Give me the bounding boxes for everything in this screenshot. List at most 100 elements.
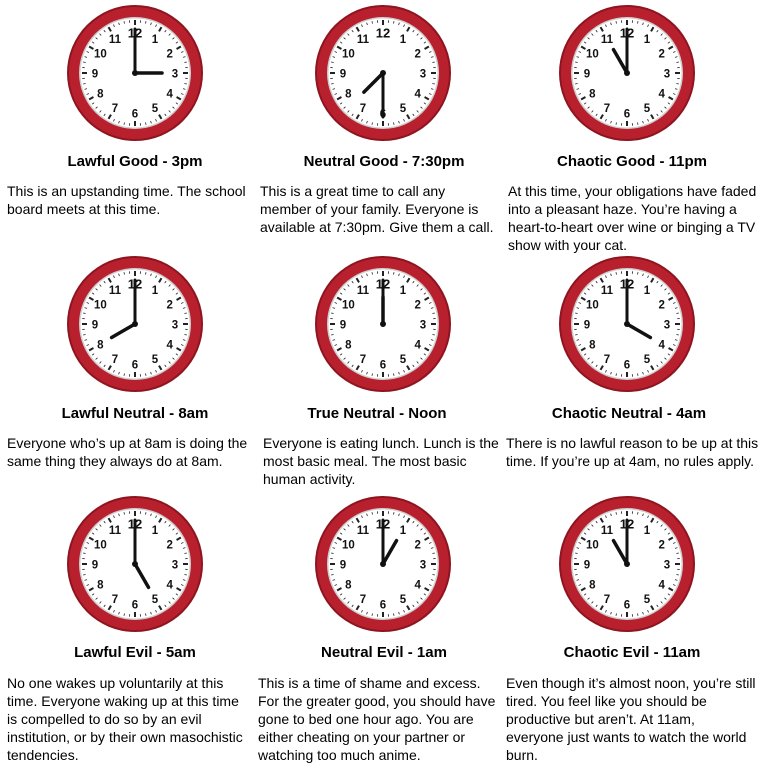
clock-number: 11 [357,525,370,537]
clock-number: 5 [152,103,159,115]
clock-number: 11 [601,34,614,46]
clock-number: 10 [586,540,599,552]
minute-tick [637,21,639,24]
clock-svg: 121234567891011 [559,256,695,392]
clock-number: 9 [584,320,590,332]
minute-tick [331,61,334,63]
clock-svg: 121234567891011 [315,256,451,392]
clock-center-pin [132,561,138,567]
clock-number: 3 [172,560,178,572]
clock-number: 6 [624,600,630,612]
minute-tick [123,272,125,275]
clock-center-pin [380,561,386,567]
clock-number: 7 [360,354,366,366]
clock-number: 1 [400,525,407,537]
clock-number: 4 [658,89,665,101]
clock-number: 9 [92,69,98,81]
clock-number: 5 [152,594,159,606]
minute-tick [83,312,86,314]
minute-tick [676,552,679,554]
clock-number: 7 [112,103,118,115]
minute-tick [575,552,578,554]
minute-tick [432,552,435,554]
cell-description: This is a time of shame and excess. For … [258,675,496,763]
minute-tick [145,512,147,515]
clock-number: 8 [97,89,104,101]
cell-title: True Neutral - Noon [307,405,447,422]
minute-tick [83,574,86,576]
clock-number: 5 [400,354,407,366]
clock-number: 9 [584,69,590,81]
minute-tick [123,21,125,24]
clock-number: 2 [658,540,664,552]
minute-tick [637,373,639,376]
clock-number: 9 [340,560,346,572]
clock-number: 10 [586,300,599,312]
minute-tick [184,334,187,336]
clock-svg: 121234567891011 [67,496,203,632]
cell-title: Lawful Good - 3pm [67,153,203,170]
clock-number: 2 [414,49,420,61]
cell-title: Neutral Good - 7:30pm [303,153,465,170]
clock-lawful-good: 121234567891011 [65,3,205,143]
clock-number: 10 [342,49,355,61]
clock-number: 6 [624,360,630,372]
clock-number: 10 [586,49,599,61]
clock-number: 4 [658,340,665,352]
minute-tick [676,312,679,314]
clock-number: 3 [172,320,178,332]
clock-number: 3 [664,320,670,332]
minute-tick [637,122,639,125]
minute-tick [184,61,187,63]
minute-tick [371,21,373,24]
clock-number: 7 [360,103,366,115]
minute-tick [393,512,395,515]
clock-number: 10 [94,49,107,61]
minute-tick [371,512,373,515]
clock-number: 6 [132,360,138,372]
clock-number: 3 [172,69,178,81]
minute-tick [331,312,334,314]
clock-number: 2 [166,540,172,552]
clock-chaotic-evil: 121234567891011 [557,494,697,634]
minute-tick [575,312,578,314]
clock-number: 4 [414,340,421,352]
clock-number: 2 [658,300,664,312]
clock-number: 3 [420,320,426,332]
minute-tick [676,574,679,576]
clock-lawful-evil: 121234567891011 [65,494,205,634]
minute-tick [393,613,395,616]
minute-tick [123,613,125,616]
clock-number: 2 [166,300,172,312]
clock-number: 10 [94,540,107,552]
clock-center-pin [624,321,630,327]
clock-number: 4 [166,580,173,592]
clock-number: 9 [584,560,590,572]
clock-number: 9 [340,69,346,81]
clock-number: 5 [400,594,407,606]
clock-number: 8 [345,580,352,592]
minute-tick [637,272,639,275]
clock-svg: 121234567891011 [315,5,451,141]
clock-number: 5 [400,103,407,115]
cell-description: This is an upstanding time. The school b… [7,183,246,217]
clock-number: 6 [380,360,386,372]
clock-number: 3 [664,69,670,81]
minute-tick [83,83,86,85]
minute-tick [371,373,373,376]
clock-number: 8 [345,89,352,101]
clock-chaotic-good: 121234567891011 [557,3,697,143]
minute-tick [393,21,395,24]
clock-number: 1 [644,525,651,537]
cell-description: At this time, your obligations have fade… [508,183,757,253]
cell-title: Lawful Evil - 5am [74,644,196,661]
clock-svg: 121234567891011 [67,5,203,141]
minute-tick [575,83,578,85]
minute-tick [676,61,679,63]
clock-svg: 121234567891011 [559,496,695,632]
clock-number: 11 [109,34,122,46]
minute-tick [676,83,679,85]
clock-svg: 121234567891011 [67,256,203,392]
clock-number: 5 [644,594,651,606]
minute-tick [331,552,334,554]
